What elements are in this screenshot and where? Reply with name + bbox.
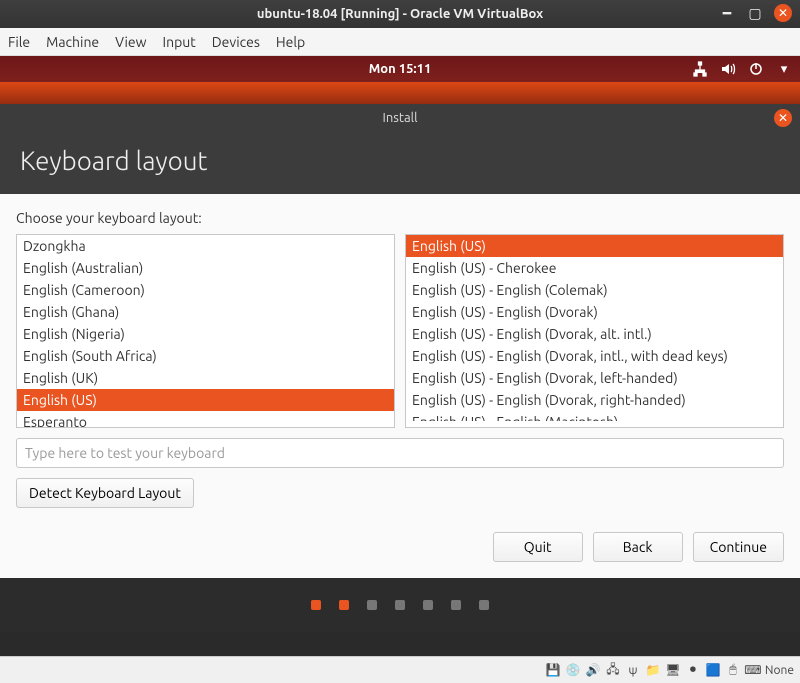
- progress-dot: [479, 600, 489, 610]
- close-button[interactable]: ✕: [774, 4, 792, 22]
- volume-icon[interactable]: [720, 61, 736, 77]
- mouse-integration-icon: 🖱: [725, 662, 741, 678]
- vbox-menu-view[interactable]: View: [115, 34, 146, 50]
- back-button[interactable]: Back: [593, 532, 683, 562]
- progress-dot: [339, 600, 349, 610]
- progress-dot: [451, 600, 461, 610]
- vbox-menu-devices[interactable]: Devices: [212, 34, 260, 50]
- installer-window-title: Install: [383, 111, 418, 125]
- keyboard-capture-icon: ⌨: [745, 662, 761, 678]
- prompt-label: Choose your keyboard layout:: [16, 210, 784, 226]
- quit-button[interactable]: Quit: [493, 532, 583, 562]
- list-item[interactable]: English (Australian): [17, 257, 394, 279]
- list-item[interactable]: English (Ghana): [17, 301, 394, 323]
- progress-dots: [0, 578, 800, 632]
- installer-header: Keyboard layout: [0, 132, 800, 194]
- installer-body: Choose your keyboard layout: DzongkhaEng…: [0, 194, 800, 578]
- minimize-button[interactable]: ━: [718, 4, 736, 22]
- installer-close-button[interactable]: ✕: [774, 109, 792, 127]
- installer-titlebar: Install ✕: [0, 104, 800, 132]
- keyboard-test-input[interactable]: [16, 438, 784, 468]
- detect-keyboard-button[interactable]: Detect Keyboard Layout: [16, 478, 194, 508]
- network-icon[interactable]: [692, 61, 708, 77]
- chevron-down-icon[interactable]: ▾: [776, 61, 792, 77]
- progress-dot: [311, 600, 321, 610]
- page-title: Keyboard layout: [20, 146, 780, 175]
- shared-folder-icon: 📁: [645, 662, 661, 678]
- progress-dot: [367, 600, 377, 610]
- list-item[interactable]: Esperanto: [17, 411, 394, 428]
- vbox-statusbar: 💾 💿 🔊 🖧 ψ 📁 🖥 ⏺ 🟦 🖱 ⌨ None: [0, 656, 800, 683]
- list-item[interactable]: English (US): [17, 389, 394, 411]
- power-icon[interactable]: [748, 61, 764, 77]
- continue-button[interactable]: Continue: [693, 532, 784, 562]
- guest-display: Mon 15:11 ▾ Install ✕ Keyboard layout Ch…: [0, 56, 800, 656]
- usb-icon: ψ: [625, 662, 641, 678]
- display-icon: 🖥: [665, 662, 681, 678]
- list-item[interactable]: English (UK): [17, 367, 394, 389]
- network-status-icon: 🖧: [605, 662, 621, 678]
- vbox-window-title: ubuntu-18.04 [Running] - Oracle VM Virtu…: [257, 7, 543, 21]
- vm-state-icon: 🟦: [705, 662, 721, 678]
- vbox-menu-file[interactable]: File: [8, 34, 30, 50]
- vbox-menu-machine[interactable]: Machine: [46, 34, 99, 50]
- list-item[interactable]: English (US) - English (Macintosh): [406, 411, 783, 421]
- keyboard-language-list[interactable]: DzongkhaEnglish (Australian)English (Cam…: [16, 234, 395, 428]
- clock: Mon 15:11: [369, 62, 432, 76]
- list-item[interactable]: English (US) - English (Dvorak, intl., w…: [406, 345, 783, 367]
- list-item[interactable]: English (Nigeria): [17, 323, 394, 345]
- recording-icon: ⏺: [685, 662, 701, 678]
- list-item[interactable]: English (US) - English (Dvorak, left-han…: [406, 367, 783, 389]
- vbox-menubar: File Machine View Input Devices Help: [0, 28, 800, 56]
- ubuntu-gradient-strip: [0, 82, 800, 104]
- list-item[interactable]: English (US) - English (Dvorak): [406, 301, 783, 323]
- optical-icon: 💿: [565, 662, 581, 678]
- maximize-button[interactable]: ▢: [746, 4, 764, 22]
- vbox-menu-help[interactable]: Help: [276, 34, 305, 50]
- keyboard-variant-list[interactable]: English (US)English (US) - CherokeeEngli…: [405, 234, 784, 428]
- list-item[interactable]: English (Cameroon): [17, 279, 394, 301]
- list-item[interactable]: Dzongkha: [17, 235, 394, 257]
- vbox-menu-input[interactable]: Input: [163, 34, 196, 50]
- list-item[interactable]: English (US) - English (Dvorak, alt. int…: [406, 323, 783, 345]
- progress-dot: [395, 600, 405, 610]
- hdd-icon: 💾: [545, 662, 561, 678]
- vbox-titlebar: ubuntu-18.04 [Running] - Oracle VM Virtu…: [0, 0, 800, 28]
- progress-dot: [423, 600, 433, 610]
- list-item[interactable]: English (US) - English (Colemak): [406, 279, 783, 301]
- host-key-label: None: [765, 664, 794, 677]
- list-item[interactable]: English (US): [406, 235, 783, 257]
- ubuntu-topbar: Mon 15:11 ▾: [0, 56, 800, 82]
- list-item[interactable]: English (South Africa): [17, 345, 394, 367]
- list-item[interactable]: English (US) - English (Dvorak, right-ha…: [406, 389, 783, 411]
- list-item[interactable]: English (US) - Cherokee: [406, 257, 783, 279]
- audio-icon: 🔊: [585, 662, 601, 678]
